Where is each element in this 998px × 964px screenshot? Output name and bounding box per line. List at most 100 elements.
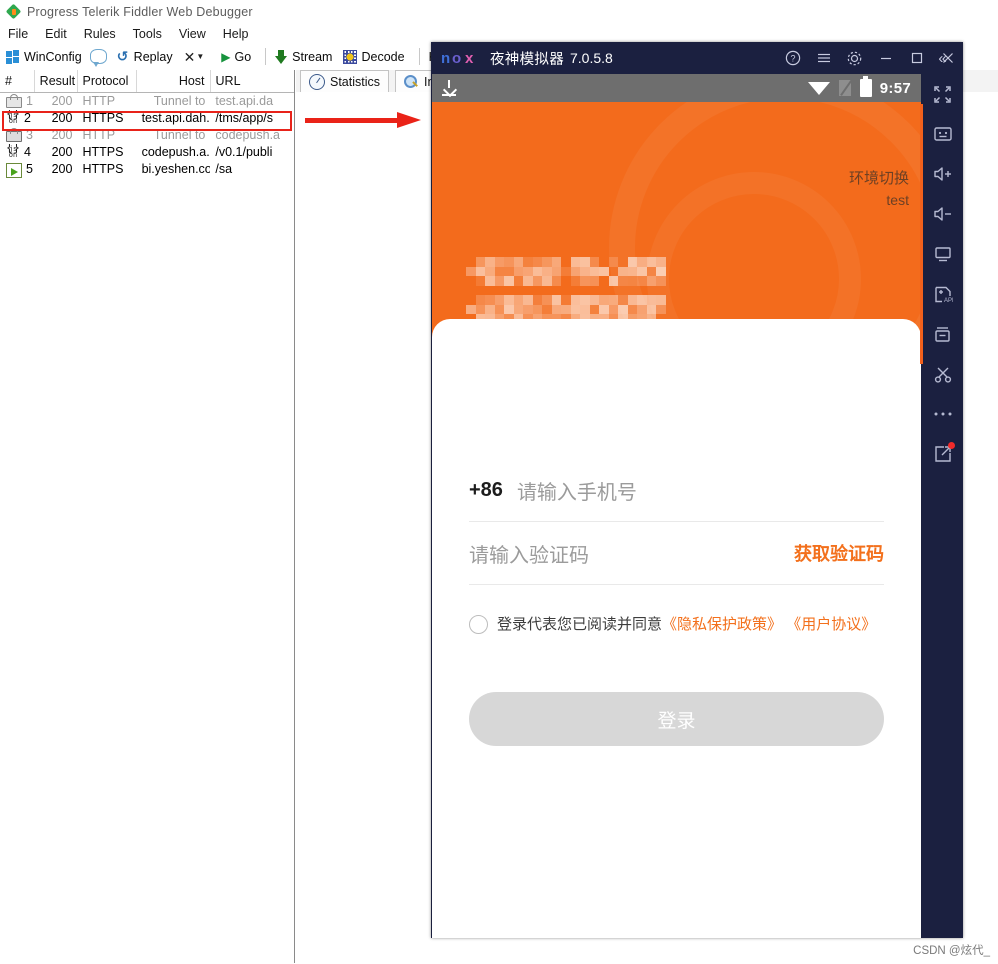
winconfig-label: WinConfig <box>24 50 82 64</box>
more-icon[interactable] <box>922 394 963 434</box>
agreement-row[interactable]: 登录代表您已阅读并同意《隐私保护政策》 《用户协议》 <box>469 613 884 637</box>
table-row[interactable]: 1 200 HTTP Tunnel to test.api.da <box>0 93 294 110</box>
env-switch-block[interactable]: 环境切换 test <box>849 168 909 210</box>
row-result: 200 <box>35 144 78 161</box>
column-header-host[interactable]: Host <box>137 70 211 92</box>
nox-emulator-window: n o x 夜神模拟器 7.0.5.8 ? « 9:57 环境切换 test +… <box>431 42 963 938</box>
get-code-button[interactable]: 获取验证码 <box>794 540 884 566</box>
mosaic-block <box>542 267 552 277</box>
fullscreen-icon[interactable] <box>922 74 963 114</box>
scissors-icon[interactable] <box>922 354 963 394</box>
mosaic-block <box>495 257 505 267</box>
blurred-logo-mosaic <box>466 257 661 322</box>
menu-edit[interactable]: Edit <box>45 27 67 41</box>
mosaic-block <box>656 295 666 305</box>
keyboard-icon[interactable] <box>922 114 963 154</box>
share-icon[interactable] <box>922 434 963 474</box>
mosaic-block <box>466 267 476 277</box>
mosaic-block <box>504 276 514 286</box>
menu-file[interactable]: File <box>8 27 28 41</box>
mosaic-block <box>504 295 514 305</box>
install-apk-icon[interactable]: APK <box>922 274 963 314</box>
go-label: Go <box>234 50 251 64</box>
row-protocol: HTTP <box>77 127 136 144</box>
column-header-url[interactable]: URL <box>211 70 294 92</box>
menu-view[interactable]: View <box>179 27 206 41</box>
settings-icon[interactable] <box>839 42 870 74</box>
privacy-policy-link[interactable]: 《隐私保护政策》 <box>662 616 782 633</box>
table-row[interactable]: json 2 200 HTTPS test.api.dah... /tms/app… <box>0 110 294 127</box>
winconfig-button[interactable]: WinConfig <box>3 49 85 65</box>
login-button[interactable]: 登录 <box>469 692 884 746</box>
mosaic-block <box>590 305 600 315</box>
table-row[interactable]: 5 200 HTTPS bi.yeshen.com /sa <box>0 161 294 178</box>
table-row[interactable]: 3 200 HTTP Tunnel to codepush.a <box>0 127 294 144</box>
mosaic-block <box>580 276 590 286</box>
mosaic-block <box>628 295 638 305</box>
volume-up-icon[interactable] <box>922 154 963 194</box>
mosaic-block <box>609 276 619 286</box>
verification-code-input[interactable]: 请输入验证码 <box>469 539 589 568</box>
stream-button[interactable]: Stream <box>272 49 335 65</box>
user-agreement-link[interactable]: 《用户协议》 <box>786 616 876 633</box>
battery-icon <box>860 79 872 97</box>
mosaic-block <box>590 257 600 267</box>
session-list[interactable]: # Result Protocol Host URL 1 200 HTTP Tu… <box>0 70 295 963</box>
mosaic-block <box>571 267 581 277</box>
menu-help[interactable]: Help <box>223 27 249 41</box>
go-button[interactable]: ▶ Go <box>218 49 254 65</box>
mosaic-block <box>476 267 486 277</box>
chevron-down-icon: ▼ <box>196 52 204 61</box>
mosaic-block <box>618 267 628 277</box>
tab-statistics[interactable]: Statistics <box>300 70 389 92</box>
menu-tools[interactable]: Tools <box>133 27 162 41</box>
row-protocol: HTTPS <box>77 161 136 178</box>
mosaic-block <box>647 305 657 315</box>
phone-input[interactable]: 请输入手机号 <box>517 476 637 505</box>
help-icon[interactable]: ? <box>777 42 808 74</box>
mosaic-block <box>466 305 476 315</box>
row-host: Tunnel to <box>137 127 211 144</box>
mosaic-block <box>609 305 619 315</box>
row-protocol: HTTP <box>77 93 136 110</box>
volume-down-icon[interactable] <box>922 194 963 234</box>
comment-icon[interactable] <box>90 49 107 64</box>
phone-row[interactable]: +86 请输入手机号 <box>469 459 884 522</box>
minimize-icon[interactable] <box>870 42 901 74</box>
mosaic-block <box>580 257 590 267</box>
decode-button[interactable]: Decode <box>340 49 407 65</box>
mosaic-block <box>514 305 524 315</box>
row-url: codepush.a <box>210 127 294 144</box>
column-header-result[interactable]: Result <box>35 70 78 92</box>
screen-icon[interactable] <box>922 234 963 274</box>
mosaic-block <box>647 257 657 267</box>
replay-button[interactable]: ↺ Replay <box>114 49 176 65</box>
remove-button[interactable]: ✕ ▼ <box>181 49 214 65</box>
row-url: /tms/app/s <box>210 110 294 127</box>
column-header-protocol[interactable]: Protocol <box>78 70 137 92</box>
table-row[interactable]: json 4 200 HTTPS codepush.a... /v0.1/publ… <box>0 144 294 161</box>
nox-body: « 9:57 环境切换 test +86 请输入手机号 请输入验证码 获取验证码… <box>431 74 963 938</box>
mosaic-block <box>542 305 552 315</box>
column-header-num[interactable]: # <box>0 70 35 92</box>
collapse-sidebar-button[interactable]: « <box>922 42 963 74</box>
mosaic-block <box>514 276 524 286</box>
row-num: 1 <box>26 93 33 110</box>
mosaic-block <box>504 257 514 267</box>
stream-icon <box>275 50 288 64</box>
country-code[interactable]: +86 <box>469 479 503 502</box>
mosaic-block <box>523 257 533 267</box>
mosaic-block <box>599 305 609 315</box>
nox-version: 7.0.5.8 <box>570 50 613 66</box>
menu-rules[interactable]: Rules <box>84 27 116 41</box>
android-screen[interactable]: 9:57 环境切换 test +86 请输入手机号 请输入验证码 获取验证码 登… <box>432 74 921 938</box>
mosaic-block <box>628 305 638 315</box>
multi-instance-icon[interactable] <box>922 314 963 354</box>
agreement-checkbox[interactable] <box>469 615 488 634</box>
fiddler-menubar: File Edit Rules Tools View Help <box>0 24 998 43</box>
code-row[interactable]: 请输入验证码 获取验证码 <box>469 522 884 585</box>
fiddler-title: Progress Telerik Fiddler Web Debugger <box>27 5 253 19</box>
menu-icon[interactable] <box>808 42 839 74</box>
mosaic-block <box>571 295 581 305</box>
nox-titlebar: n o x 夜神模拟器 7.0.5.8 ? <box>431 42 963 74</box>
